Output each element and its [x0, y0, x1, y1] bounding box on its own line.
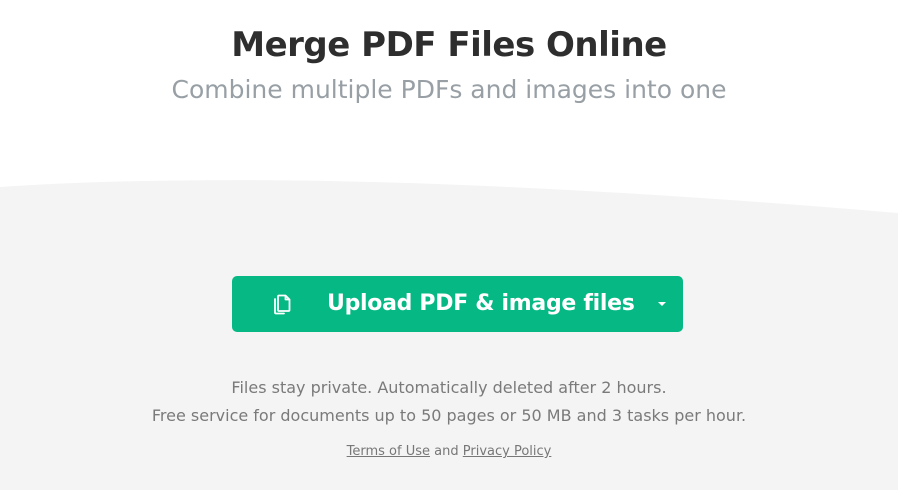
upload-options-dropdown[interactable]	[639, 276, 683, 332]
page-title: Merge PDF Files Online	[231, 25, 667, 65]
terms-of-use-link[interactable]: Terms of Use	[347, 444, 430, 459]
chevron-down-icon	[658, 302, 666, 306]
page-subtitle: Combine multiple PDFs and images into on…	[171, 75, 727, 104]
privacy-notice: Files stay private. Automatically delete…	[231, 378, 667, 397]
copy-files-icon	[274, 294, 291, 315]
usage-limits-notice: Free service for documents up to 50 page…	[151, 406, 747, 425]
legal-links: Terms of Use and Privacy Policy	[0, 442, 898, 462]
privacy-policy-link[interactable]: Privacy Policy	[463, 444, 552, 459]
upload-files-button[interactable]: Upload PDF & image files	[232, 276, 683, 332]
legal-conjunction: and	[434, 444, 459, 459]
upload-button-label: Upload PDF & image files	[327, 291, 635, 316]
